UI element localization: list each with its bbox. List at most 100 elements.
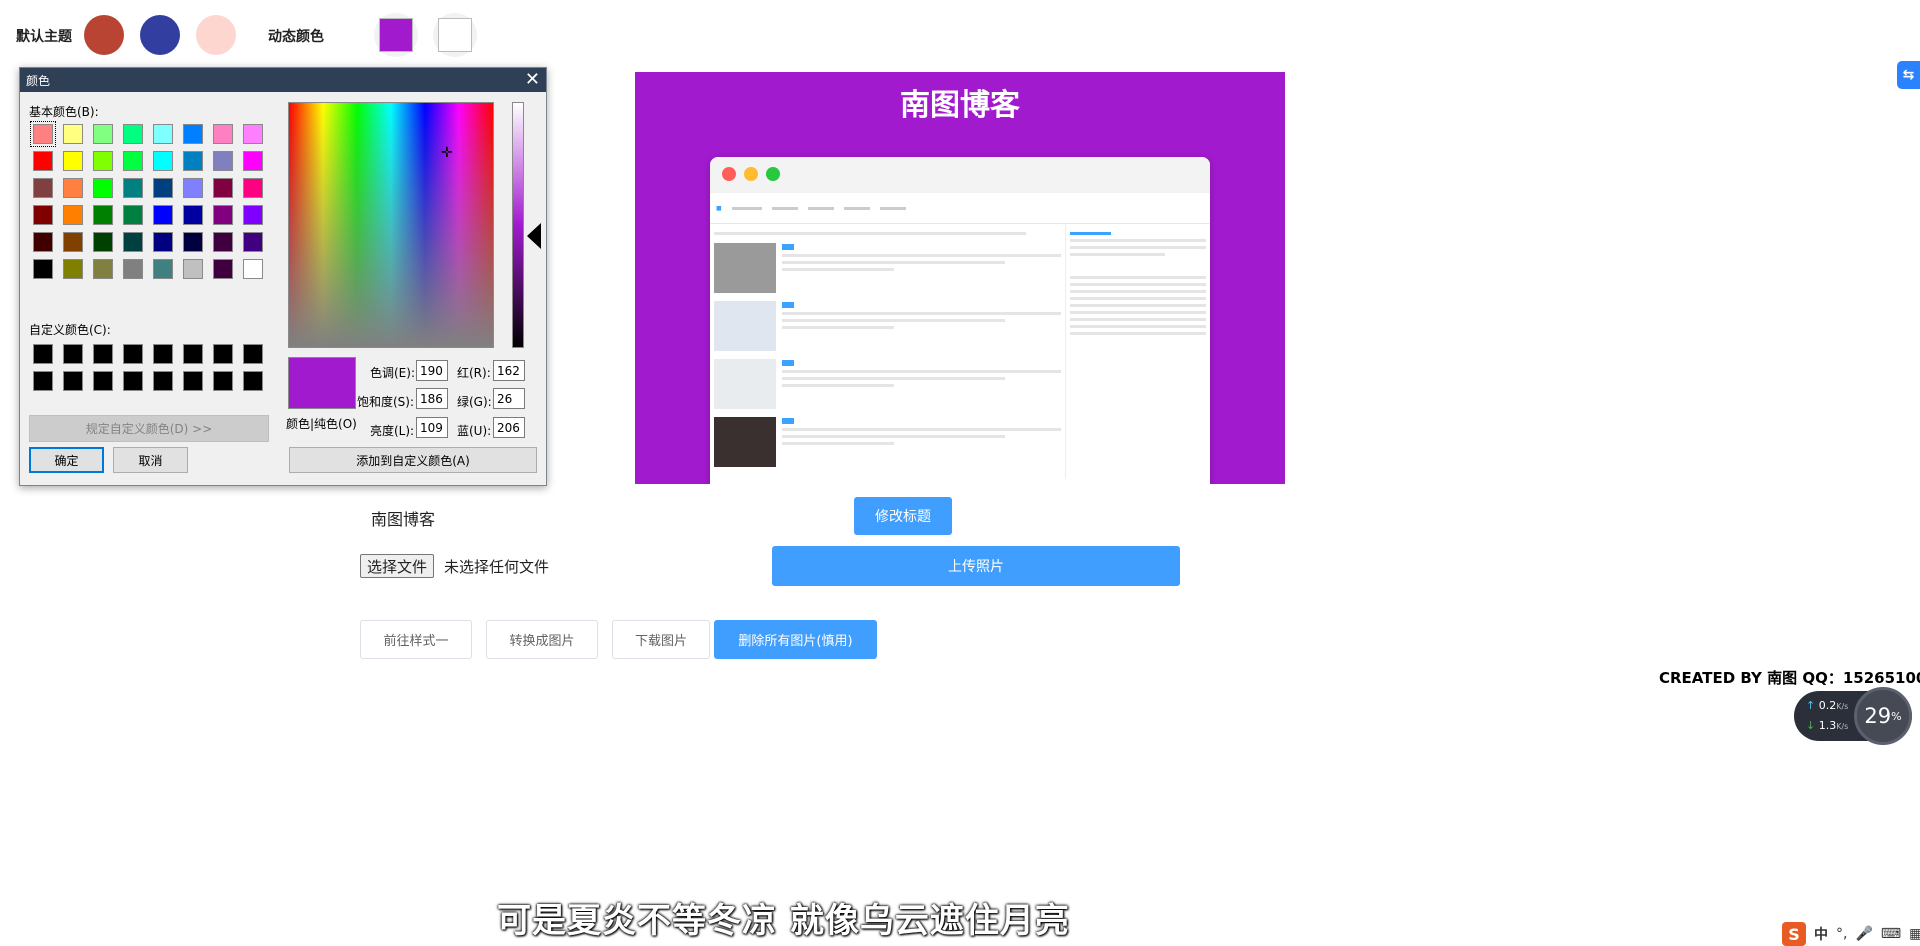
basic-color-swatch[interactable] xyxy=(123,259,143,279)
ok-button[interactable]: 确定 xyxy=(29,447,104,473)
choose-file-button[interactable]: 选择文件 xyxy=(360,554,435,578)
add-custom-color-button[interactable]: 添加到自定义颜色(A) xyxy=(289,447,537,473)
basic-color-swatch[interactable] xyxy=(183,232,203,252)
luminance-arrow-icon[interactable] xyxy=(527,223,541,249)
basic-color-swatch[interactable] xyxy=(33,178,53,198)
microphone-icon[interactable]: 🎤 xyxy=(1855,926,1872,942)
basic-color-swatch[interactable] xyxy=(243,259,263,279)
dialog-titlebar[interactable]: 颜色 ✕ xyxy=(20,68,546,92)
basic-color-swatch[interactable] xyxy=(213,259,233,279)
basic-color-swatch[interactable] xyxy=(183,178,203,198)
basic-color-swatch[interactable] xyxy=(63,232,83,252)
basic-color-swatch[interactable] xyxy=(63,151,83,171)
close-icon[interactable]: ✕ xyxy=(525,71,540,89)
basic-color-swatch[interactable] xyxy=(153,205,173,225)
basic-color-swatch[interactable] xyxy=(153,151,173,171)
ime-toolbar[interactable]: S 中 °, 🎤 ⌨ ▦ xyxy=(1782,922,1920,946)
basic-color-swatch[interactable] xyxy=(213,178,233,198)
blue-input[interactable] xyxy=(493,417,525,438)
basic-color-swatch[interactable] xyxy=(93,151,113,171)
theme-swatch-blue[interactable] xyxy=(140,15,180,55)
basic-color-swatch[interactable] xyxy=(153,232,173,252)
goto-style-one-button[interactable]: 前往样式一 xyxy=(360,620,472,659)
basic-color-swatch[interactable] xyxy=(63,178,83,198)
custom-color-swatch[interactable] xyxy=(123,344,143,364)
saturation-input[interactable] xyxy=(416,388,448,409)
custom-color-swatch[interactable] xyxy=(93,371,113,391)
basic-color-swatch[interactable] xyxy=(153,178,173,198)
basic-color-swatch[interactable] xyxy=(123,232,143,252)
basic-color-swatch[interactable] xyxy=(93,232,113,252)
define-custom-colors-button[interactable]: 规定自定义颜色(D) >> xyxy=(29,415,269,442)
color-spectrum[interactable]: ✛ xyxy=(288,102,494,348)
basic-color-swatch[interactable] xyxy=(93,205,113,225)
basic-color-swatch[interactable] xyxy=(30,121,56,147)
custom-color-swatch[interactable] xyxy=(213,344,233,364)
punctuation-icon[interactable]: °, xyxy=(1836,926,1847,942)
custom-color-swatch[interactable] xyxy=(183,344,203,364)
basic-color-swatch[interactable] xyxy=(93,178,113,198)
custom-color-swatch[interactable] xyxy=(153,371,173,391)
custom-color-swatch[interactable] xyxy=(123,371,143,391)
theme-swatch-red[interactable] xyxy=(84,15,124,55)
cpu-usage-ring: 29% xyxy=(1854,687,1912,745)
basic-color-swatch[interactable] xyxy=(123,178,143,198)
basic-color-swatch[interactable] xyxy=(153,124,173,144)
basic-color-swatch[interactable] xyxy=(243,124,263,144)
basic-color-swatch[interactable] xyxy=(243,232,263,252)
red-input[interactable] xyxy=(493,360,525,381)
basic-color-swatch[interactable] xyxy=(33,151,53,171)
custom-color-swatch[interactable] xyxy=(243,344,263,364)
keyboard-icon[interactable]: ⌨ xyxy=(1881,926,1901,942)
basic-color-swatch[interactable] xyxy=(63,205,83,225)
basic-color-swatch[interactable] xyxy=(213,124,233,144)
modify-title-button[interactable]: 修改标题 xyxy=(854,497,952,535)
basic-color-swatch[interactable] xyxy=(243,178,263,198)
theme-swatch-pink[interactable] xyxy=(196,15,236,55)
custom-color-swatch[interactable] xyxy=(63,371,83,391)
basic-color-swatch[interactable] xyxy=(33,232,53,252)
menu-grid-icon[interactable]: ▦ xyxy=(1909,926,1920,942)
basic-color-swatch[interactable] xyxy=(123,124,143,144)
basic-color-swatch[interactable] xyxy=(63,259,83,279)
basic-color-swatch[interactable] xyxy=(153,259,173,279)
custom-color-swatch[interactable] xyxy=(213,371,233,391)
upload-photo-button[interactable]: 上传照片 xyxy=(772,546,1180,586)
hue-input[interactable] xyxy=(416,360,448,381)
basic-color-swatch[interactable] xyxy=(213,151,233,171)
custom-color-swatch[interactable] xyxy=(33,344,53,364)
custom-color-swatch[interactable] xyxy=(93,344,113,364)
basic-color-swatch[interactable] xyxy=(33,205,53,225)
cancel-button[interactable]: 取消 xyxy=(113,447,188,473)
basic-color-swatch[interactable] xyxy=(63,124,83,144)
basic-color-swatch[interactable] xyxy=(93,124,113,144)
basic-color-swatch[interactable] xyxy=(93,259,113,279)
green-input[interactable] xyxy=(493,388,525,409)
dynamic-color-1[interactable] xyxy=(374,13,418,57)
custom-color-swatch[interactable] xyxy=(243,371,263,391)
basic-color-swatch[interactable] xyxy=(183,151,203,171)
basic-color-swatch[interactable] xyxy=(183,124,203,144)
basic-color-swatch[interactable] xyxy=(213,205,233,225)
luminance-slider[interactable] xyxy=(512,102,524,348)
side-tool-icon[interactable]: ⇆ xyxy=(1897,61,1920,89)
ime-language[interactable]: 中 xyxy=(1814,924,1828,944)
basic-color-swatch[interactable] xyxy=(33,259,53,279)
delete-all-images-button[interactable]: 删除所有图片(慎用) xyxy=(714,620,877,659)
custom-color-swatch[interactable] xyxy=(63,344,83,364)
basic-color-swatch[interactable] xyxy=(123,151,143,171)
basic-color-swatch[interactable] xyxy=(183,259,203,279)
basic-color-swatch[interactable] xyxy=(213,232,233,252)
network-speed-widget[interactable]: ↑ 0.2K/s ↓ 1.3K/s 29% xyxy=(1794,687,1912,745)
basic-color-swatch[interactable] xyxy=(243,151,263,171)
download-image-button[interactable]: 下载图片 xyxy=(612,620,710,659)
dynamic-color-2[interactable] xyxy=(433,13,477,57)
basic-color-swatch[interactable] xyxy=(183,205,203,225)
luminance-input[interactable] xyxy=(416,417,448,438)
basic-color-swatch[interactable] xyxy=(123,205,143,225)
basic-color-swatch[interactable] xyxy=(243,205,263,225)
convert-to-image-button[interactable]: 转换成图片 xyxy=(486,620,598,659)
custom-color-swatch[interactable] xyxy=(153,344,173,364)
custom-color-swatch[interactable] xyxy=(33,371,53,391)
custom-color-swatch[interactable] xyxy=(183,371,203,391)
